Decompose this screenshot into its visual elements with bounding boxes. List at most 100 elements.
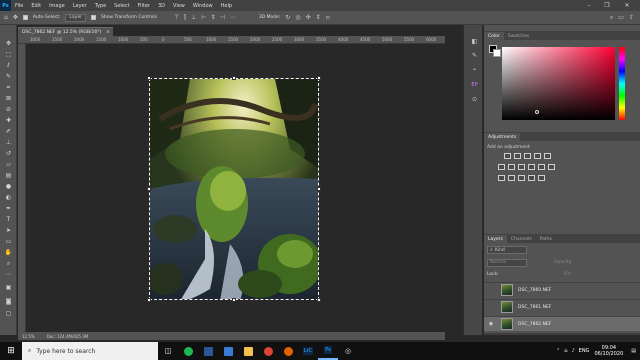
color-picker-field[interactable] [502,47,615,120]
3d-pan-icon[interactable]: ✣ [306,14,311,21]
photoshop-taskbar-icon[interactable]: Ps [318,342,338,360]
menu-help[interactable]: Help [217,3,236,9]
brush-panel-icon[interactable]: ⌁ [470,65,479,73]
frame-tool-icon[interactable]: ⊠ [4,94,13,103]
blur-tool-icon[interactable]: ● [4,182,13,191]
artboard-tool-icon[interactable]: ⬚ [4,50,13,59]
menu-filter[interactable]: Filter [134,3,154,9]
3d-roll-icon[interactable]: ◎ [295,14,300,21]
transform-handle-tr[interactable] [317,76,321,80]
lightroom-icon[interactable]: LrC [298,342,318,360]
posterize-adjustment-icon[interactable] [508,175,515,181]
type-tool-icon[interactable]: T [4,215,13,224]
close-document-icon[interactable]: × [106,30,110,35]
more-options-icon[interactable]: ⋯ [230,14,236,21]
history-panel-icon[interactable]: ◧ [470,37,479,45]
3d-rotate-icon[interactable]: ↻ [285,14,290,21]
rectangle-tool-icon[interactable]: ▭ [4,237,13,246]
firefox-icon[interactable] [278,342,298,360]
path-select-tool-icon[interactable]: ➤ [4,226,13,235]
tab-channels[interactable]: Channels [507,235,536,243]
quick-select-tool-icon[interactable]: ✎ [4,72,13,81]
tab-color[interactable]: Color [484,32,504,40]
menu-3d[interactable]: 3D [154,3,169,9]
transform-handle-br[interactable] [317,298,321,302]
align-top-icon[interactable]: ⊤ [174,14,179,21]
eyedropper-tool-icon[interactable]: ⊘ [4,105,13,114]
menu-layer[interactable]: Layer [69,3,91,9]
menu-select[interactable]: Select [110,3,133,9]
chrome-icon[interactable] [258,342,278,360]
store-icon[interactable] [218,342,238,360]
horizontal-ruler[interactable]: 3000 2500 2000 1500 1000 500 0 500 1000 1500 2000 2… [18,36,445,44]
curves-adjustment-icon[interactable] [524,153,531,159]
vertical-ruler[interactable] [18,44,26,332]
taskbar-search-box[interactable]: ⌕ Type here to search [22,342,158,360]
menu-window[interactable]: Window [189,3,217,9]
clone-stamp-tool-icon[interactable]: ⊥ [4,138,13,147]
task-view-icon[interactable]: ◫ [158,342,178,360]
black-white-adjustment-icon[interactable] [518,164,525,170]
photo-filter-adjustment-icon[interactable] [528,164,535,170]
tab-layers[interactable]: Layers [484,235,507,243]
gradient-map-adjustment-icon[interactable] [528,175,535,181]
align-right-icon[interactable]: ⊣ [220,14,225,21]
hue-slider[interactable] [619,47,625,120]
clock[interactable]: 09:04 06/10/2020 [594,345,623,357]
gradient-tool-icon[interactable]: ▤ [4,171,13,180]
network-icon[interactable]: ⌂ [564,348,567,354]
move-tool-icon[interactable]: ✥ [4,39,13,48]
layer-row[interactable]: ◉ DSC_7862.NEF [484,316,640,331]
align-bottom-icon[interactable]: ⊥ [191,14,196,21]
brightness-adjustment-icon[interactable] [504,153,511,159]
channel-mixer-adjustment-icon[interactable] [538,164,545,170]
minimize-icon[interactable]: – [582,0,596,11]
file-explorer-icon[interactable] [238,342,258,360]
lasso-tool-icon[interactable]: ℓ [4,61,13,70]
menu-edit[interactable]: Edit [27,3,45,9]
healing-brush-tool-icon[interactable]: ✚ [4,116,13,125]
word-icon[interactable] [198,342,218,360]
layer-name[interactable]: DSC_7862.NEF [518,322,551,327]
info-panel-icon[interactable]: ⊙ [470,95,479,103]
vibrance-adjustment-icon[interactable] [544,153,551,159]
zoom-tool-icon[interactable]: ⌕ [4,259,13,268]
language-indicator[interactable]: ENG [579,348,590,354]
windows-start-icon[interactable]: ⊞ [0,342,22,360]
eraser-tool-icon[interactable]: ▱ [4,160,13,169]
menu-file[interactable]: File [11,3,27,9]
camera-app-icon[interactable]: ◎ [338,342,358,360]
close-window-icon[interactable]: ✕ [620,0,634,11]
tab-swatches[interactable]: Swatches [504,32,534,40]
3d-scale-icon[interactable]: ▫ [326,14,330,21]
invert-adjustment-icon[interactable] [498,175,505,181]
transform-handle-tl[interactable] [147,76,151,80]
layer-name[interactable]: DSC_7861.NEF [518,305,551,310]
pen-tool-icon[interactable]: ✒ [4,204,13,213]
transform-handle-ml[interactable] [147,187,151,191]
layer-filter-kind[interactable]: ⌕ Kind [487,246,527,254]
layer-row[interactable]: DSC_7861.NEF [484,299,640,314]
layer-visibility-toggle[interactable]: ◉ [487,321,495,327]
align-middle-icon[interactable]: ⫿ [184,14,186,22]
transform-handle-mr[interactable] [317,187,321,191]
color-lookup-adjustment-icon[interactable] [548,164,555,170]
libraries-panel-icon[interactable]: EP [470,81,479,89]
edit-toolbar-icon[interactable]: ⋯ [4,270,13,279]
share-icon[interactable]: ⇪ [629,14,634,21]
home-icon[interactable]: ⌂ [4,14,8,21]
maximize-icon[interactable]: ❐ [600,0,614,11]
quick-mask-icon[interactable]: ◙ [4,297,13,306]
tray-arrow-icon[interactable]: ⌃ [556,348,560,354]
tab-paths[interactable]: Paths [536,235,556,243]
crop-tool-icon[interactable]: ⌗ [4,83,13,92]
dodge-tool-icon[interactable]: ◐ [4,193,13,202]
document-image[interactable] [149,78,319,300]
auto-select-dropdown[interactable]: Layer [65,13,86,22]
layer-name[interactable]: DSC_7860.NEF [518,288,551,293]
background-color-swatch[interactable] [493,49,501,57]
menu-image[interactable]: Image [45,3,69,9]
transform-handle-bc[interactable] [232,298,236,302]
tab-adjustments[interactable]: Adjustments [484,133,521,141]
volume-icon[interactable]: ♪ [571,348,574,354]
